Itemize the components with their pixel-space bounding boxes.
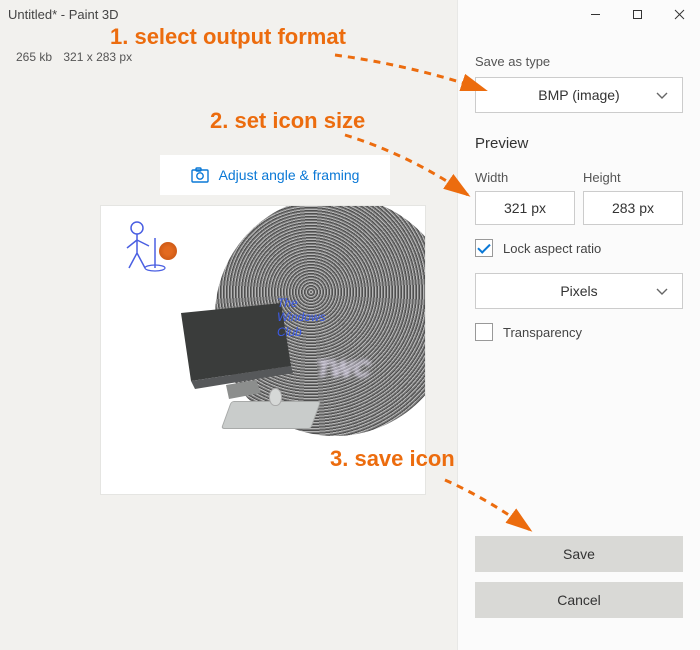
file-size: 265 kb: [16, 50, 52, 64]
file-info: 265 kb 321 x 283 px: [16, 50, 140, 64]
canvas-windows-text: The Windows Club: [277, 296, 326, 339]
lock-aspect-label: Lock aspect ratio: [503, 241, 601, 256]
width-input[interactable]: [475, 191, 575, 225]
chevron-down-icon: [656, 283, 668, 299]
format-selected: BMP (image): [538, 87, 619, 103]
adjust-angle-label: Adjust angle & framing: [219, 167, 360, 183]
canvas-keyboard: [221, 401, 321, 429]
height-input[interactable]: [583, 191, 683, 225]
file-dimensions: 321 x 283 px: [63, 50, 132, 64]
save-as-type-label: Save as type: [475, 54, 683, 69]
annotation-2: 2. set icon size: [210, 108, 365, 134]
window-title: Untitled* - Paint 3D: [8, 7, 119, 22]
window-controls: [574, 0, 700, 28]
canvas-twc-watermark: TWC: [316, 356, 371, 384]
canvas-orange-dot: [159, 242, 177, 260]
save-panel: Save as type BMP (image) Preview Width H…: [457, 0, 700, 650]
minimize-button[interactable]: [574, 0, 616, 28]
units-dropdown[interactable]: Pixels: [475, 273, 683, 309]
transparency-label: Transparency: [503, 325, 582, 340]
height-label: Height: [583, 170, 683, 185]
chevron-down-icon: [656, 87, 668, 103]
canvas-preview: The Windows Club TWC: [100, 205, 426, 495]
format-dropdown[interactable]: BMP (image): [475, 77, 683, 113]
close-button[interactable]: [658, 0, 700, 28]
cancel-button[interactable]: Cancel: [475, 582, 683, 618]
preview-label: Preview: [475, 135, 683, 152]
canvas-mouse: [269, 388, 282, 406]
units-selected: Pixels: [560, 283, 597, 299]
lock-aspect-checkbox[interactable]: [475, 239, 493, 257]
maximize-button[interactable]: [616, 0, 658, 28]
transparency-checkbox[interactable]: [475, 323, 493, 341]
camera-icon: [191, 167, 209, 183]
adjust-angle-button[interactable]: Adjust angle & framing: [160, 155, 390, 195]
save-button[interactable]: Save: [475, 536, 683, 572]
width-label: Width: [475, 170, 575, 185]
